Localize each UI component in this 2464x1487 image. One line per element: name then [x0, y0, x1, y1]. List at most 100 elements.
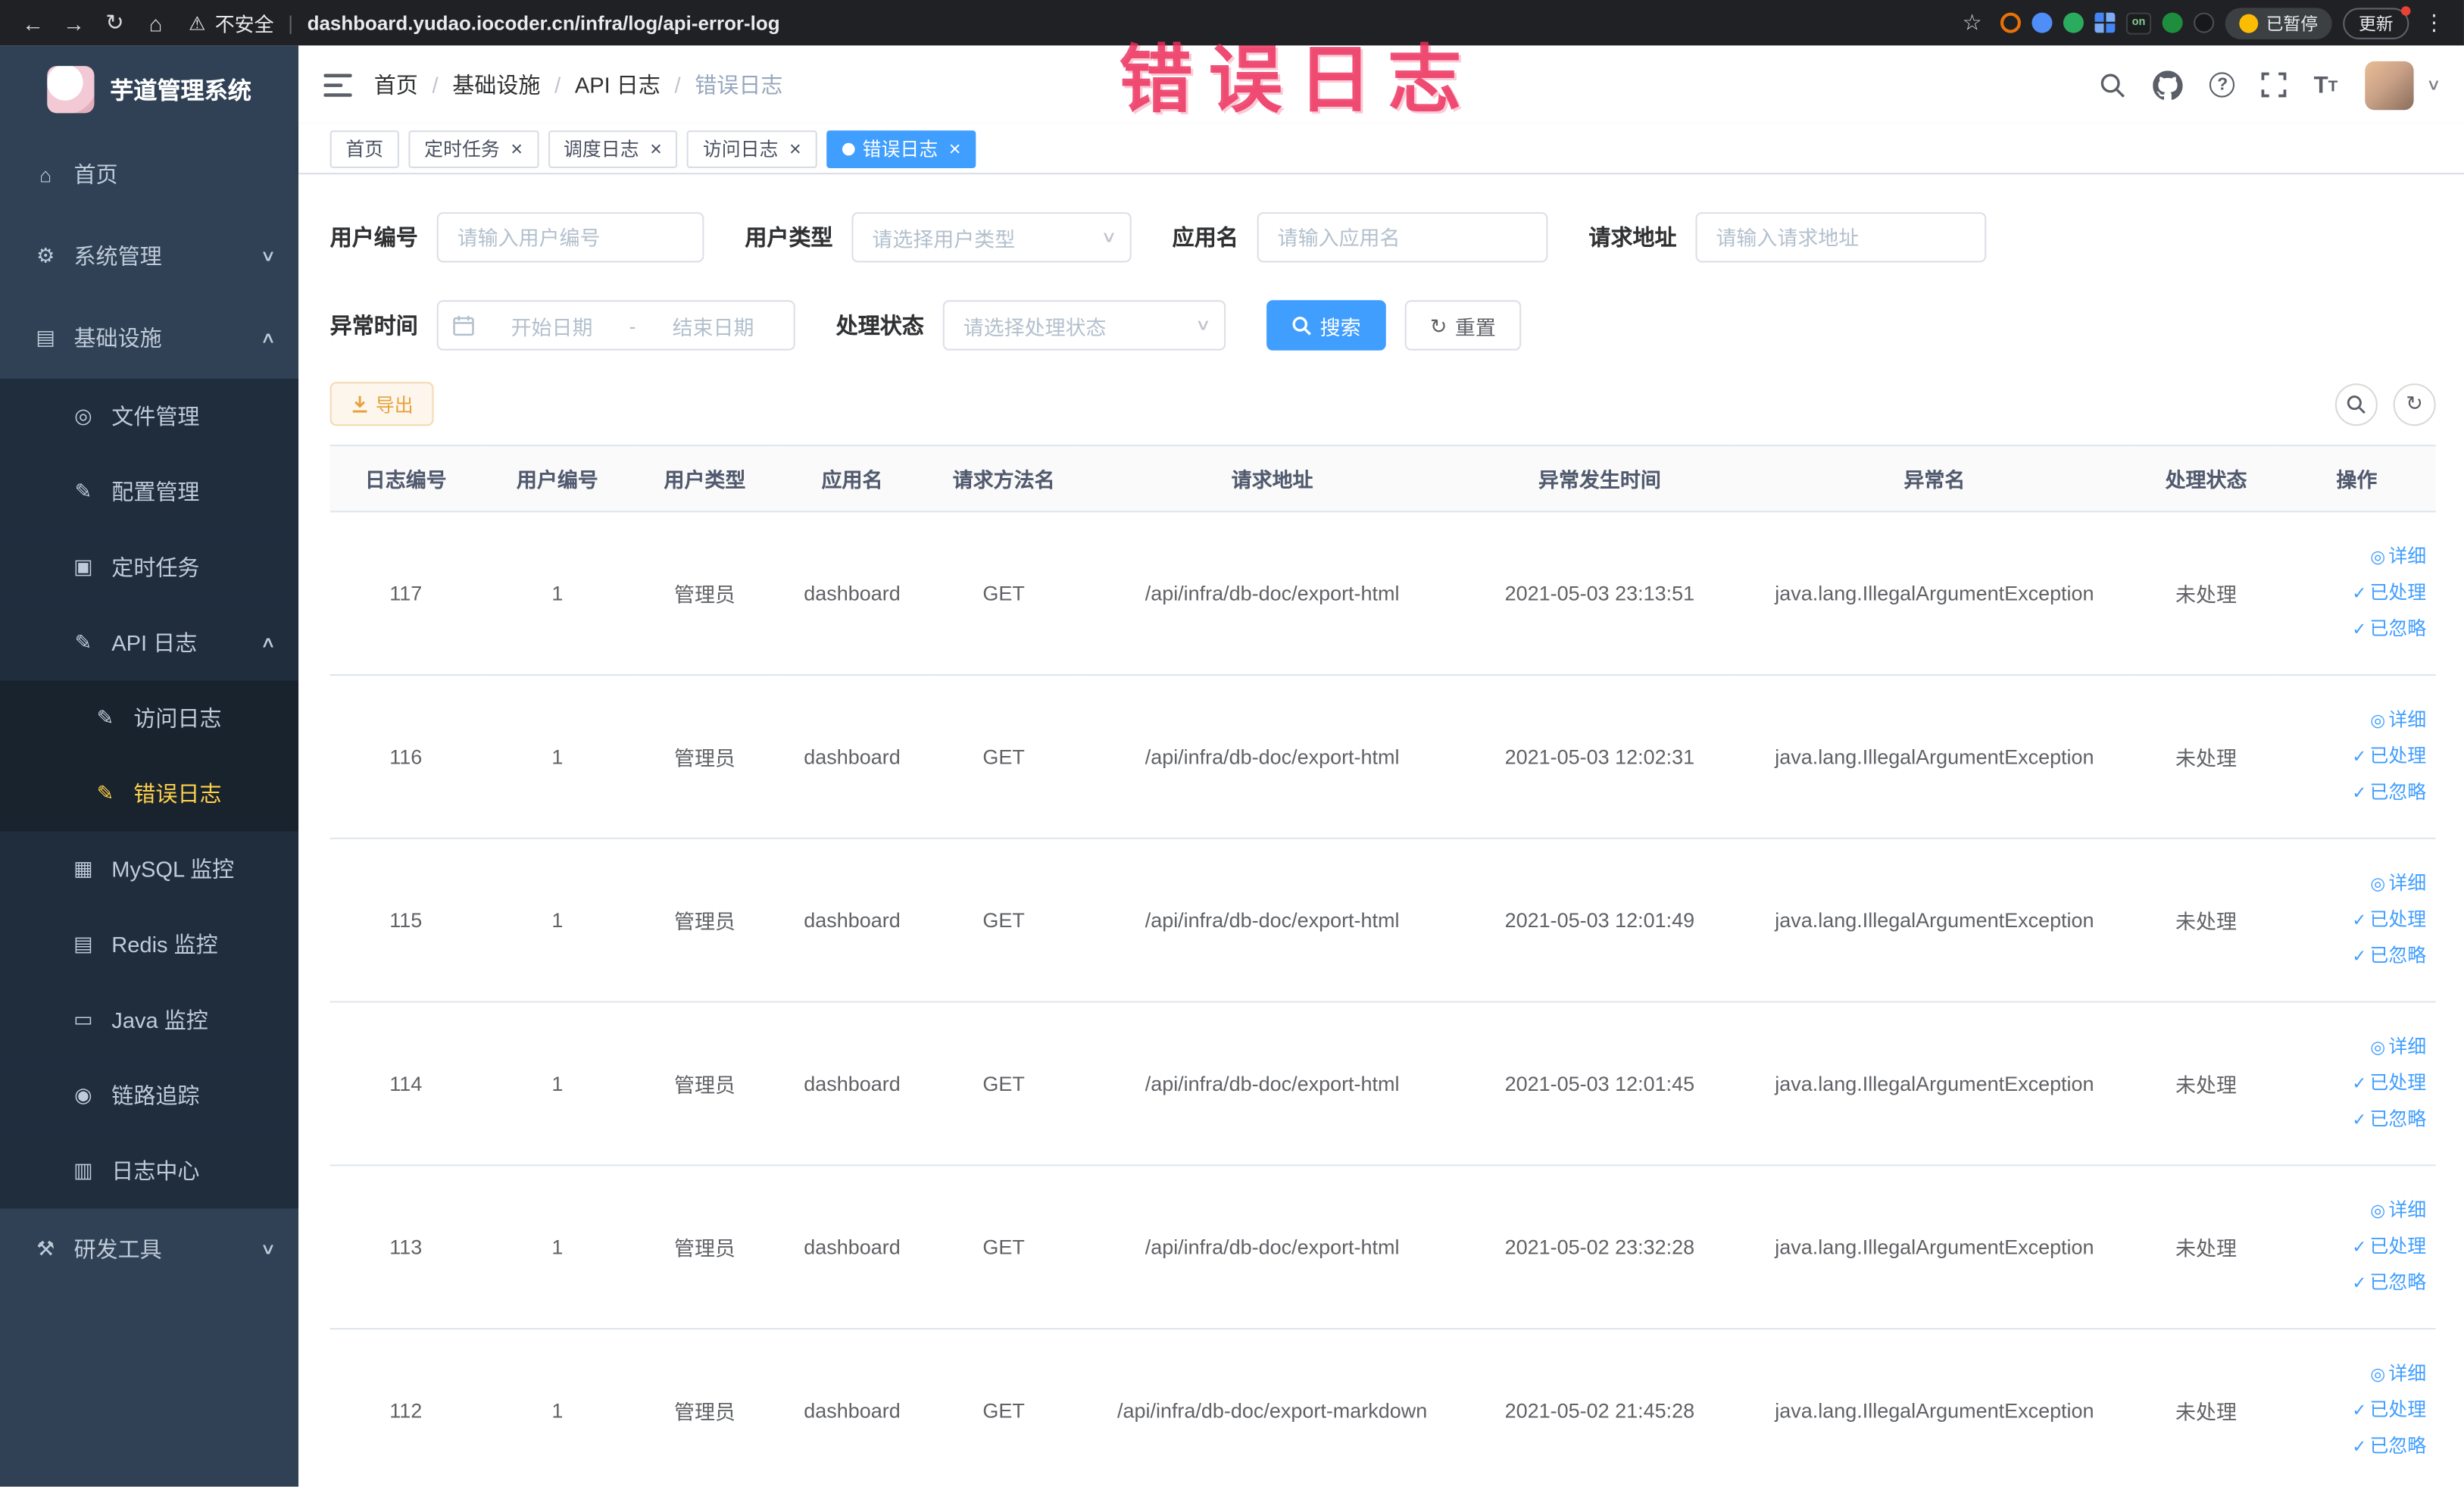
action-processed-link[interactable]: ✓ 已处理 — [2284, 902, 2426, 939]
action-detail-link[interactable]: ◎ 详细 — [2284, 866, 2426, 902]
action-detail-link[interactable]: ◎ 详细 — [2284, 1193, 2426, 1229]
column-header-日志编号: 日志编号 — [329, 445, 482, 513]
github-icon[interactable] — [2153, 70, 2184, 99]
action-ignored-link[interactable]: ✓ 已忽略 — [2284, 611, 2426, 648]
extension-knot-icon[interactable] — [2194, 12, 2215, 33]
refresh-table-button[interactable]: ↻ — [2393, 383, 2436, 426]
sidebar-item-定时任务[interactable]: ▣ 定时任务 — [0, 530, 299, 605]
extension-green-icon[interactable] — [2063, 12, 2084, 33]
action-processed-link[interactable]: ✓ 已处理 — [2284, 1229, 2426, 1265]
browser-toolbar: ← → ↻ ⌂ ⚠ 不安全 | dashboard.yudao.iocoder.… — [0, 0, 2464, 46]
avatar-caret-icon[interactable]: ∨ — [2425, 77, 2441, 94]
action-processed-link[interactable]: ✓ 已处理 — [2284, 739, 2426, 775]
action-ignored-link[interactable]: ✓ 已忽略 — [2284, 1101, 2426, 1138]
tag-首页[interactable]: 首页 — [329, 130, 399, 167]
sidebar-item-MySQL 监控[interactable]: ▦ MySQL 监控 — [0, 831, 299, 908]
sidebar-item-访问日志[interactable]: ✎ 访问日志 — [0, 680, 299, 756]
logo[interactable]: 芋道管理系统 — [0, 45, 298, 133]
date-separator: - — [629, 313, 636, 338]
cell-exception: java.lang.IllegalArgumentException — [1734, 1165, 2135, 1330]
paused-button[interactable]: 已暂停 — [2225, 7, 2332, 39]
exception-time-range[interactable]: 开始日期 - 结束日期 — [436, 300, 795, 351]
sidebar-menu: ⌂ 首页 ⚙ 系统管理 ∨ ▤ 基础设施 ∧ ◎ 文件管理 ✎ 配置管理 ▣ 定时任务 ✎ API 日志 ∧ ✎ 访… — [0, 133, 299, 1290]
app-name-input[interactable] — [1257, 212, 1548, 263]
tag-错误日志[interactable]: 错误日志 × — [826, 130, 977, 167]
help-icon[interactable]: ? — [2209, 72, 2235, 98]
close-icon[interactable]: × — [650, 139, 662, 159]
action-ignored-link[interactable]: ✓ 已忽略 — [2284, 939, 2426, 975]
user-id-input[interactable] — [436, 212, 704, 263]
task-icon: ▣ — [73, 555, 93, 579]
address-bar[interactable]: ⚠ 不安全 | dashboard.yudao.iocoder.cn/infra… — [180, 8, 1949, 37]
font-size-icon[interactable]: TT — [2314, 73, 2338, 96]
sidebar-item-label: API 日志 — [111, 629, 198, 656]
reset-button-label: 重置 — [1454, 314, 1496, 339]
request-url-input[interactable] — [1695, 212, 1987, 263]
hamburger-icon[interactable] — [323, 73, 352, 96]
action-detail-link[interactable]: ◎ 详细 — [2284, 702, 2426, 739]
action-label: 已处理 — [2369, 745, 2427, 767]
breadcrumb-item-首页[interactable]: 首页 — [374, 69, 418, 100]
action-detail-link[interactable]: ◎ 详细 — [2284, 1029, 2426, 1066]
extension-on-badge[interactable]: on — [2125, 11, 2152, 34]
breadcrumb-item-API 日志[interactable]: API 日志 — [575, 69, 661, 100]
close-icon[interactable]: × — [949, 139, 961, 159]
back-icon[interactable]: ← — [16, 10, 51, 35]
extension-ring-icon[interactable] — [2000, 12, 2021, 33]
action-processed-link[interactable]: ✓ 已处理 — [2284, 1392, 2426, 1429]
close-icon[interactable]: × — [511, 139, 523, 159]
sidebar-item-基础设施[interactable]: ▤ 基础设施 ∧ — [0, 297, 298, 379]
action-ignored-link[interactable]: ✓ 已忽略 — [2284, 1429, 2426, 1465]
user-type-select[interactable]: 请选择用户类型 ∨ — [851, 212, 1132, 263]
sidebar-item-首页[interactable]: ⌂ 首页 — [0, 133, 298, 215]
action-ignored-link[interactable]: ✓ 已忽略 — [2284, 775, 2426, 811]
error-log-table: 日志编号 用户编号 用户类型 应用名 请求方法名 请求地址 异常发生时间 异常名 处理状态 操作 … — [329, 445, 2436, 1487]
sidebar-item-Redis 监控[interactable]: ▤ Redis 监控 — [0, 907, 299, 982]
process-status-select[interactable]: 请选择处理状态 ∨ — [942, 300, 1226, 351]
bookmark-star-icon[interactable]: ☆ — [1955, 9, 1990, 36]
extension-grid-icon[interactable] — [2094, 12, 2116, 33]
browser-menu-icon[interactable]: ⋮ — [2420, 9, 2448, 36]
cell-status: 未处理 — [2135, 675, 2278, 839]
cell-user_id: 1 — [481, 1329, 633, 1487]
cell-url: /api/infra/db-doc/export-html — [1079, 1001, 1465, 1167]
toggle-search-button[interactable] — [2334, 383, 2378, 426]
fullscreen-icon[interactable] — [2262, 72, 2288, 98]
extension-drop-icon[interactable] — [2031, 12, 2053, 33]
action-ignored-link[interactable]: ✓ 已忽略 — [2284, 1265, 2426, 1301]
search-icon[interactable] — [2100, 71, 2126, 98]
sidebar-item-日志中心[interactable]: ▥ 日志中心 — [0, 1132, 299, 1209]
close-icon[interactable]: × — [789, 139, 801, 159]
browser-home-icon[interactable]: ⌂ — [139, 10, 173, 35]
extension-leaf-icon[interactable] — [2162, 12, 2183, 33]
cell-url: /api/infra/db-doc/export-markdown — [1079, 1329, 1465, 1487]
sidebar-item-配置管理[interactable]: ✎ 配置管理 — [0, 454, 299, 530]
action-detail-link[interactable]: ◎ 详细 — [2284, 1356, 2426, 1392]
sidebar-item-研发工具[interactable]: ⚒ 研发工具 ∨ — [0, 1208, 298, 1290]
user-avatar[interactable] — [2364, 60, 2413, 110]
action-processed-link[interactable]: ✓ 已处理 — [2284, 1066, 2426, 1102]
sidebar-item-API 日志[interactable]: ✎ API 日志 ∧ — [0, 604, 299, 681]
sidebar-item-错误日志[interactable]: ✎ 错误日志 — [0, 755, 299, 832]
sidebar-item-链路追踪[interactable]: ◉ 链路追踪 — [0, 1057, 299, 1133]
forward-icon[interactable]: → — [57, 10, 92, 35]
export-button[interactable]: 导出 — [329, 382, 434, 426]
tag-访问日志[interactable]: 访问日志 × — [687, 130, 817, 167]
tag-定时任务[interactable]: 定时任务 × — [408, 130, 539, 167]
reset-button[interactable]: ↻ 重置 — [1404, 300, 1522, 351]
table-tools: ↻ — [2334, 383, 2436, 426]
action-processed-link[interactable]: ✓ 已处理 — [2284, 575, 2426, 611]
cell-url: /api/infra/db-doc/export-html — [1079, 511, 1465, 676]
sidebar-item-系统管理[interactable]: ⚙ 系统管理 ∨ — [0, 215, 298, 297]
cell-exception: java.lang.IllegalArgumentException — [1734, 511, 2135, 676]
app-frame: 芋道管理系统 ⌂ 首页 ⚙ 系统管理 ∨ ▤ 基础设施 ∧ ◎ 文件管理 ✎ 配置管理 ▣ 定时任务 ✎ AP… — [0, 45, 2464, 1487]
reload-icon[interactable]: ↻ — [98, 9, 133, 36]
search-button[interactable]: 搜索 — [1266, 300, 1386, 351]
action-detail-link[interactable]: ◎ 详细 — [2284, 539, 2426, 576]
update-button[interactable]: 更新 — [2343, 5, 2411, 39]
cell-id: 117 — [329, 511, 482, 676]
breadcrumb-item-基础设施[interactable]: 基础设施 — [452, 69, 540, 100]
tag-调度日志[interactable]: 调度日志 × — [548, 130, 678, 167]
sidebar-item-文件管理[interactable]: ◎ 文件管理 — [0, 378, 299, 455]
sidebar-item-Java 监控[interactable]: ▭ Java 监控 — [0, 982, 299, 1058]
